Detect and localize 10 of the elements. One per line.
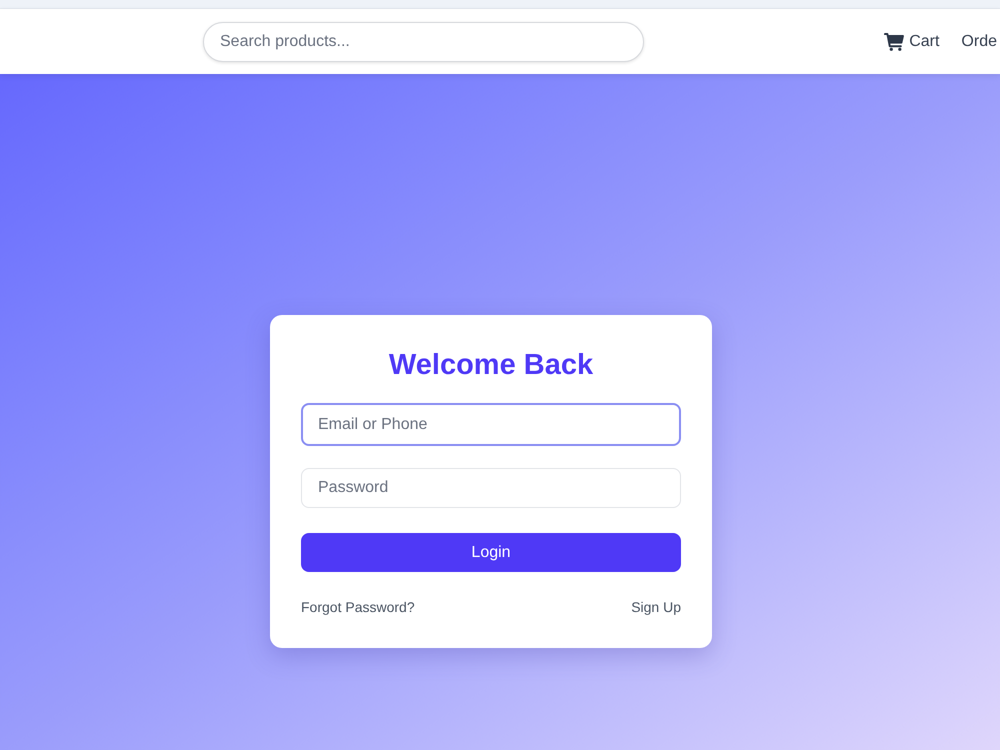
nav-link[interactable]: Orde [961, 30, 997, 54]
email-field[interactable]: Email or Phone [301, 403, 681, 446]
forgot-password-link[interactable]: Forgot Password? [301, 598, 415, 616]
search-field[interactable]: Search products... [203, 22, 644, 62]
sign-up-link[interactable]: Sign Up [631, 598, 681, 616]
cart-link[interactable]: Cart [884, 30, 940, 54]
cart-icon [884, 32, 904, 50]
login-title: Welcome Back [388, 348, 594, 383]
password-field[interactable]: Password [301, 468, 681, 508]
login-button[interactable]: Login [301, 533, 681, 572]
